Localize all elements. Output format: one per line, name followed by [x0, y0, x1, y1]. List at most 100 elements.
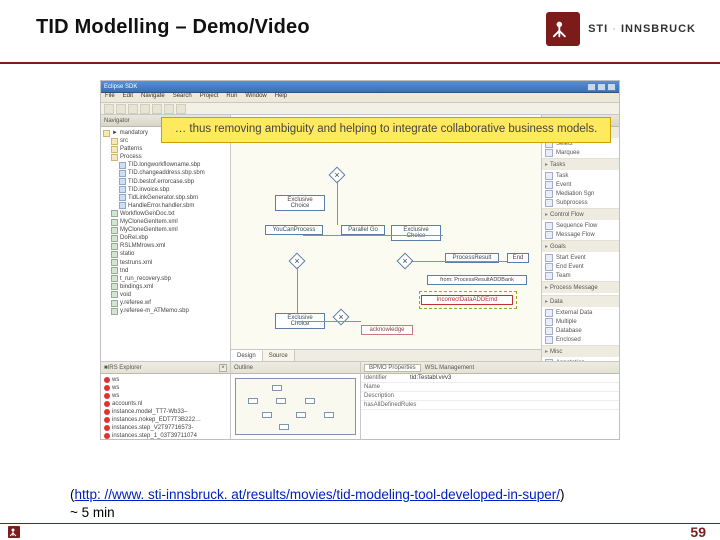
property-row[interactable]: Identifiertid:Testabl.v#v3	[361, 374, 619, 383]
tree-item[interactable]: tnd	[103, 267, 228, 275]
gateway-node[interactable]	[333, 309, 350, 326]
tree-item[interactable]: TID.changeaddress.sbp.sbm	[103, 169, 228, 177]
tree-item[interactable]: DoRel.xbp	[103, 234, 228, 242]
palette-group-header[interactable]: Goals	[542, 241, 619, 252]
palette-item[interactable]: External Data	[545, 308, 616, 317]
tree-item[interactable]: MyCloneGenItem.xml	[103, 226, 228, 234]
editor-tab[interactable]: Design	[231, 350, 263, 361]
tool-icon[interactable]	[152, 104, 162, 114]
logo: STI · INNSBRUCK	[546, 12, 696, 46]
property-row[interactable]: Name	[361, 383, 619, 392]
tree-item[interactable]: MyCloneGenItem.xml	[103, 218, 228, 226]
palette-group-header[interactable]: Tasks	[542, 159, 619, 170]
list-item[interactable]: accounts.nl	[104, 400, 227, 408]
tree-item[interactable]: TidLinkGenerator.sbp.sbm	[103, 194, 228, 202]
menu-item[interactable]: Window	[245, 93, 266, 102]
palette-group-header[interactable]: Misc	[542, 346, 619, 357]
tree-item[interactable]: Patterns	[103, 145, 228, 153]
palette-item[interactable]: Marquee	[545, 148, 616, 157]
palette-item[interactable]: End Event	[545, 262, 616, 271]
flow-node[interactable]: End	[507, 253, 529, 263]
tree-item[interactable]: HandleError.handler.sbm	[103, 202, 228, 210]
flow-node[interactable]: acknowledge	[361, 325, 413, 335]
tree-item[interactable]: TID.invoice.sbp	[103, 186, 228, 194]
tree-item[interactable]: t_run_recovery.sbp	[103, 275, 228, 283]
menubar[interactable]: File Edit Navigate Search Project Run Wi…	[101, 93, 619, 103]
tree-item[interactable]: y.referee.wf	[103, 299, 228, 307]
properties-tab[interactable]: WSL Management	[421, 365, 478, 371]
tree-item[interactable]: statio	[103, 250, 228, 258]
tool-icon[interactable]	[176, 104, 186, 114]
tool-icon[interactable]	[164, 104, 174, 114]
property-row[interactable]: Description	[361, 392, 619, 401]
list-label: instances.step_1_03T39711074	[112, 433, 197, 439]
tree-label: TID.longworkflowname.sbp	[128, 161, 200, 169]
minimize-button[interactable]	[587, 83, 596, 91]
tree-item[interactable]: WorkflowGenDoc.txt	[103, 210, 228, 218]
tree-item[interactable]: y.referee-m_ATMemo.sbp	[103, 307, 228, 315]
menu-item[interactable]: Run	[226, 93, 237, 102]
flow-node[interactable]: Exclusive Choice	[275, 195, 325, 211]
palette-item[interactable]: Multiple	[545, 317, 616, 326]
menu-item[interactable]: Project	[200, 93, 219, 102]
list-item[interactable]: ws	[104, 392, 227, 400]
palette-item[interactable]: Event	[545, 180, 616, 189]
palette-item[interactable]: Message Flow	[545, 230, 616, 239]
palette-item[interactable]: Mediation Sgn	[545, 189, 616, 198]
tool-icon[interactable]	[104, 104, 114, 114]
property-key: hasAllDefinedRules	[361, 401, 407, 409]
palette-group-header[interactable]: Process Message	[542, 282, 619, 293]
palette-item[interactable]: Team	[545, 271, 616, 280]
property-key: Name	[361, 383, 407, 391]
tree-item[interactable]: TID.longworkflowname.sbp	[103, 161, 228, 169]
caption-close: )	[560, 487, 565, 502]
palette-item[interactable]: Start Event	[545, 253, 616, 262]
tool-icon[interactable]	[116, 104, 126, 114]
tree-item[interactable]: RSLMMrows.xml	[103, 242, 228, 250]
caption-link[interactable]: http: //www. sti-innsbruck. at/results/m…	[75, 487, 560, 502]
properties-table[interactable]: Identifiertid:Testabl.v#v3NameDescriptio…	[361, 374, 619, 439]
list-item[interactable]: instances.nokep_EDT7T3B222…	[104, 416, 227, 424]
palette-item[interactable]: Sequence Flow	[545, 221, 616, 230]
menu-item[interactable]: Navigate	[141, 93, 165, 102]
tree-item[interactable]: TID.bestof.errorcase.sbp	[103, 178, 228, 186]
tree-item[interactable]: Process	[103, 153, 228, 161]
palette-item[interactable]: Task	[545, 171, 616, 180]
palette-item[interactable]: Subprocess	[545, 198, 616, 207]
properties-tab[interactable]: BPMO Properties	[364, 364, 421, 372]
property-value	[407, 401, 619, 409]
tree-item[interactable]: void	[103, 291, 228, 299]
editor-tab[interactable]: Source	[263, 350, 295, 361]
menu-item[interactable]: Help	[275, 93, 287, 102]
tree-item[interactable]: testruns.xml	[103, 259, 228, 267]
file-icon	[119, 202, 126, 209]
menu-item[interactable]: File	[105, 93, 115, 102]
palette-item[interactable]: Enclosed	[545, 335, 616, 344]
outline-minimap[interactable]	[235, 378, 356, 435]
tree-item[interactable]: bindings.xml	[103, 283, 228, 291]
palette-item[interactable]: Database	[545, 326, 616, 335]
list-item[interactable]: instance.model_TT7-Wb33–	[104, 408, 227, 416]
file-icon	[111, 243, 118, 250]
irs-explorer-list[interactable]: wswswsaccounts.nlinstance.model_TT7-Wb33…	[101, 374, 230, 439]
list-item[interactable]: instances.step_1_03T39711074	[104, 432, 227, 439]
menu-item[interactable]: Search	[173, 93, 192, 102]
flow-node[interactable]: Parallel Go	[341, 225, 385, 235]
flow-node[interactable]: YouCanProcess	[265, 225, 323, 235]
list-item[interactable]: ws	[104, 384, 227, 392]
list-item[interactable]: ws	[104, 376, 227, 384]
flow-node[interactable]: Exclusive Choice	[391, 225, 441, 241]
maximize-button[interactable]	[597, 83, 606, 91]
bullet-icon	[104, 401, 110, 407]
property-row[interactable]: hasAllDefinedRules	[361, 401, 619, 410]
file-icon	[119, 170, 126, 177]
tool-icon[interactable]	[140, 104, 150, 114]
tree-label: WorkflowGenDoc.txt	[120, 210, 175, 218]
close-icon[interactable]: ×	[219, 364, 227, 372]
palette-group-header[interactable]: Control Flow	[542, 209, 619, 220]
list-item[interactable]: instances.step_V2T97716573-	[104, 424, 227, 432]
menu-item[interactable]: Edit	[123, 93, 133, 102]
close-button[interactable]	[607, 83, 616, 91]
tool-icon[interactable]	[128, 104, 138, 114]
palette-group-header[interactable]: Data	[542, 296, 619, 307]
